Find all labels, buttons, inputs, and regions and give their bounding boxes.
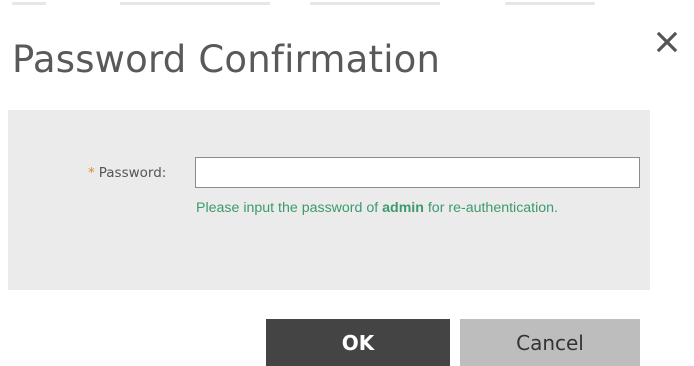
password-hint: Please input the password of admin for r… [196, 200, 558, 216]
dialog-title: Password Confirmation [12, 38, 441, 81]
hint-username: admin [382, 200, 424, 216]
close-icon[interactable] [653, 28, 681, 56]
hint-prefix: Please input the password of [196, 200, 383, 216]
password-label: * Password: [88, 165, 166, 181]
background-header-fragment [0, 0, 694, 12]
form-panel: * Password: Please input the password of … [8, 110, 650, 290]
required-marker: * [88, 165, 95, 181]
cancel-button[interactable]: Cancel [460, 319, 640, 366]
hint-suffix: for re-authentication. [423, 200, 558, 216]
password-label-text: Password: [98, 165, 167, 181]
ok-button[interactable]: OK [266, 319, 450, 366]
password-input[interactable] [195, 157, 640, 188]
